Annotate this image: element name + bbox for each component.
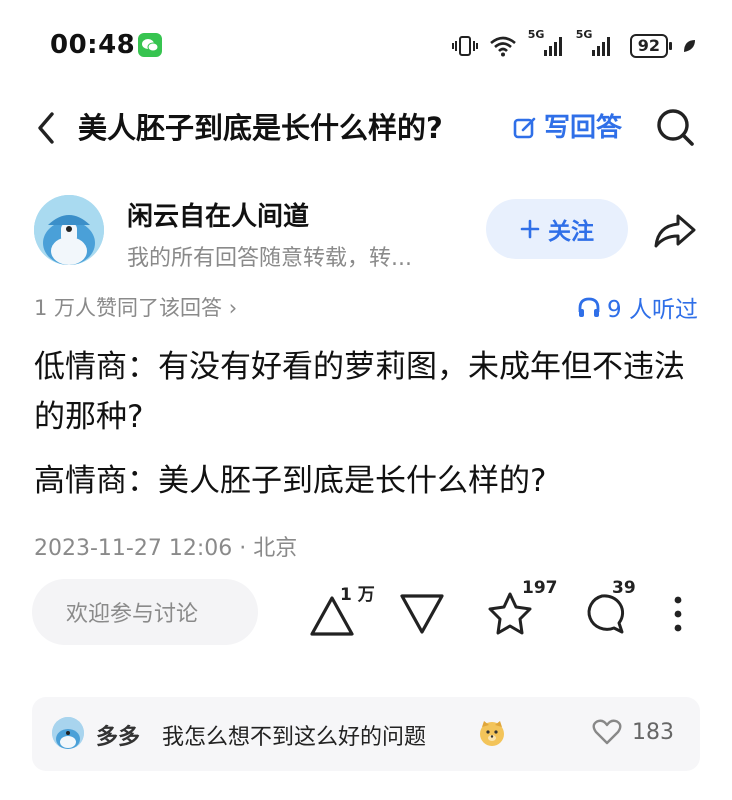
vibrate-icon (451, 36, 478, 56)
top-comment[interactable]: 多多 我怎么想不到这么好的问题 183 (32, 697, 700, 771)
answer-paragraph: 高情商：美人胚子到底是长什么样的? (34, 463, 547, 499)
comment-user-avatar[interactable] (52, 717, 84, 749)
follow-label: 关注 (548, 219, 594, 245)
follow-button[interactable]: 关注 (486, 199, 628, 259)
plus-icon (520, 219, 540, 239)
cell-signal-1-icon: 5G (528, 28, 562, 56)
listen-count-label: 9 人听过 (607, 297, 698, 323)
agree-count-link[interactable]: 1 万人赞同了该回答 › (34, 292, 237, 322)
upvote-count: 1 万 (340, 585, 375, 605)
answer-content: 低情商：有没有好看的萝莉图，未成年但不违法的那种? 高情商：美人胚子到底是长什么… (34, 342, 700, 520)
author-bio: 我的所有回答随意转载，转... (127, 246, 412, 271)
comment-text: 我怎么想不到这么好的问题 (162, 725, 427, 750)
author-name[interactable]: 闲云自在人间道 (127, 196, 309, 233)
author-avatar[interactable] (34, 195, 104, 265)
signal-1-label: 5G (527, 28, 545, 41)
write-answer-button[interactable]: 写回答 (512, 108, 622, 148)
more-options-icon[interactable] (670, 594, 686, 634)
headphones-icon (578, 297, 600, 317)
comment-input[interactable]: 欢迎参与讨论 (32, 579, 258, 645)
upvote-button[interactable]: 1 万 (306, 585, 376, 638)
wechat-notification-icon (138, 33, 162, 57)
back-icon[interactable] (32, 108, 62, 148)
status-time: 00:48 (50, 30, 136, 60)
post-timestamp-location: 2023-11-27 12:06 · 北京 (34, 536, 298, 561)
share-icon[interactable] (652, 210, 698, 250)
favorite-count: 197 (522, 578, 558, 598)
signal-2-label: 5G (575, 28, 593, 41)
downvote-icon[interactable] (398, 590, 446, 638)
battery-indicator: 92 (629, 34, 673, 58)
favorite-button[interactable]: 197 (486, 578, 566, 638)
answer-paragraph: 低情商：有没有好看的萝莉图，未成年但不违法的那种? (34, 349, 685, 435)
comment-username[interactable]: 多多 (96, 719, 140, 751)
comment-count: 39 (612, 578, 636, 598)
question-title[interactable]: 美人胚子到底是长什么样的? (78, 108, 443, 148)
listen-count[interactable]: 9 人听过 (577, 290, 698, 324)
leaf-icon (684, 40, 695, 52)
comment-button[interactable]: 39 (578, 578, 648, 638)
status-icons: 5G 5G 92 (451, 28, 696, 62)
write-answer-label: 写回答 (544, 113, 623, 143)
comment-like-button[interactable]: 183 (592, 719, 674, 745)
edit-icon (513, 117, 536, 139)
cell-signal-2-icon: 5G (576, 28, 610, 56)
heart-icon (592, 719, 622, 745)
comment-like-count: 183 (632, 719, 674, 745)
wifi-icon (489, 36, 516, 57)
dog-emoji-icon (480, 721, 504, 746)
search-icon[interactable] (654, 106, 696, 148)
